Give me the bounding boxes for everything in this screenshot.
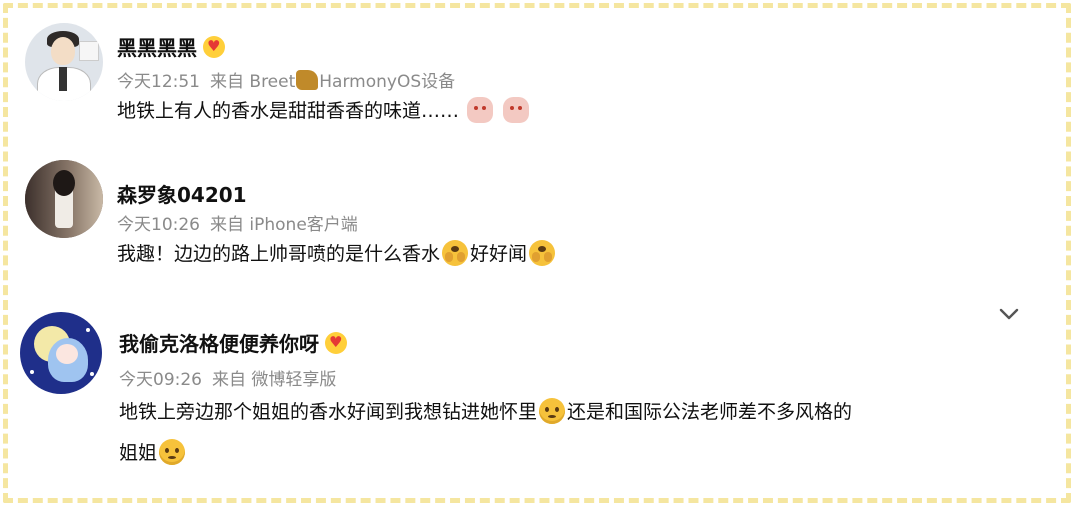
source-prefix: 来自 Breet (210, 72, 296, 92)
chevron-down-icon[interactable] (998, 303, 1020, 325)
timestamp: 今天09:26 (119, 370, 202, 390)
source-suffix: HarmonyOS设备 (319, 72, 456, 92)
comment-text-line-1: 地铁上旁边那个姐姐的香水好闻到我想钻进她怀里 还是和国际公法老师差不多风格的 (119, 391, 852, 433)
comment-meta: 今天12:51 来自 Breet HarmonyOS设备 (117, 67, 455, 92)
avatar[interactable] (25, 23, 103, 101)
avatar[interactable] (25, 160, 103, 238)
source: 来自 iPhone客户端 (210, 215, 358, 235)
comment-text-line-2: 姐姐 (119, 432, 187, 474)
comment-meta: 今天10:26 来自 iPhone客户端 (117, 210, 358, 235)
avatar[interactable] (20, 312, 102, 394)
monkey-icon (296, 69, 319, 90)
cover-face-emoji-icon (529, 239, 556, 266)
username[interactable]: 森罗象04201 (117, 179, 247, 208)
timestamp: 今天10:26 (117, 215, 200, 235)
pleading-face-emoji-icon (159, 438, 186, 465)
comment-text: 我趣！边边的路上帅哥喷的是什么香水 好好闻 (117, 233, 557, 275)
cover-face-emoji-icon (442, 239, 469, 266)
doll-emoji-icon (467, 96, 494, 123)
username[interactable]: 黑黑黑黑 (117, 32, 225, 61)
pleading-face-emoji-icon (539, 397, 566, 424)
username[interactable]: 我偷克洛格便便养你呀 (119, 328, 347, 357)
comment-text: 地铁上有人的香水是甜甜香香的味道…… (117, 90, 531, 132)
comment-meta: 今天09:26 来自 微博轻享版 (119, 365, 336, 390)
doll-emoji-icon (503, 96, 530, 123)
timestamp: 今天12:51 (117, 72, 200, 92)
source: 来自 微博轻享版 (212, 370, 337, 390)
crown-heart-icon (325, 331, 347, 354)
crown-heart-icon (203, 35, 225, 58)
